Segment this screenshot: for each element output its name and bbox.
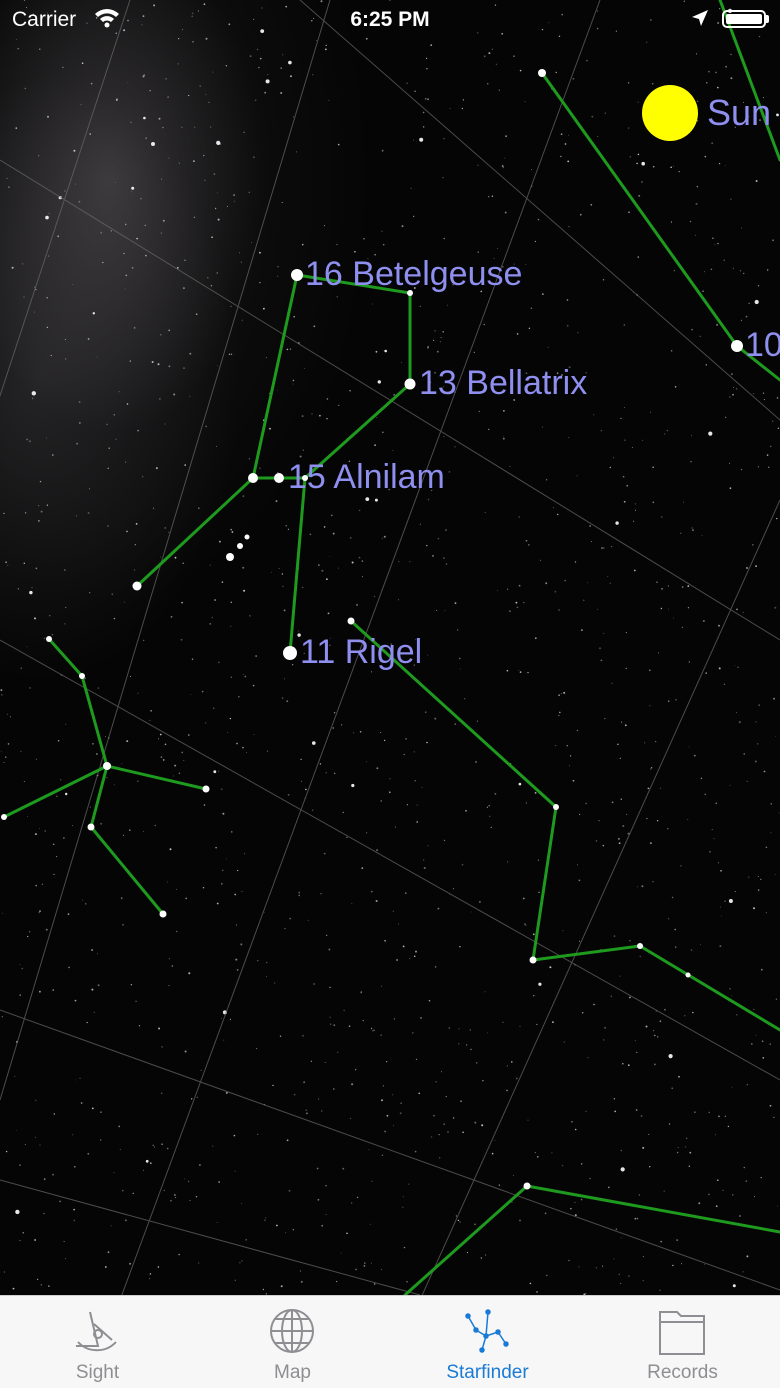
tab-records[interactable]: Records (585, 1296, 780, 1388)
star-label-partial[interactable]: 10 (745, 326, 780, 365)
sun-marker (642, 85, 698, 141)
tab-map[interactable]: Map (195, 1296, 390, 1388)
tab-label: Starfinder (446, 1362, 529, 1383)
battery-icon (722, 10, 766, 28)
constellation-star-dots (1, 69, 743, 1190)
star-label-betelgeuse[interactable]: 16 Betelgeuse (305, 255, 522, 294)
star-label-rigel[interactable]: 11 Rigel (300, 633, 422, 672)
clock: 6:25 PM (350, 8, 430, 31)
star-map[interactable]: Sun 16 Betelgeuse 13 Bellatrix 15 Alnila… (0, 0, 780, 1295)
tab-starfinder[interactable]: Starfinder (390, 1296, 585, 1388)
tab-bar: Sight Map Starfinder Records (0, 1295, 780, 1388)
location-arrow-icon (690, 8, 710, 34)
status-bar: Carrier 6:25 PM (0, 0, 780, 40)
sextant-icon (72, 1306, 122, 1356)
tab-label: Records (647, 1362, 718, 1383)
sun-label: Sun (707, 92, 772, 133)
tab-label: Sight (75, 1362, 120, 1383)
star-label-bellatrix[interactable]: 13 Bellatrix (419, 364, 587, 403)
tab-sight[interactable]: Sight (0, 1296, 195, 1388)
battery-tip (766, 15, 769, 23)
folder-icon (657, 1306, 707, 1356)
constellation-icon (462, 1306, 512, 1356)
globe-icon (267, 1306, 317, 1356)
tab-label: Map (274, 1362, 311, 1383)
star-label-alnilam[interactable]: 15 Alnilam (288, 458, 445, 497)
